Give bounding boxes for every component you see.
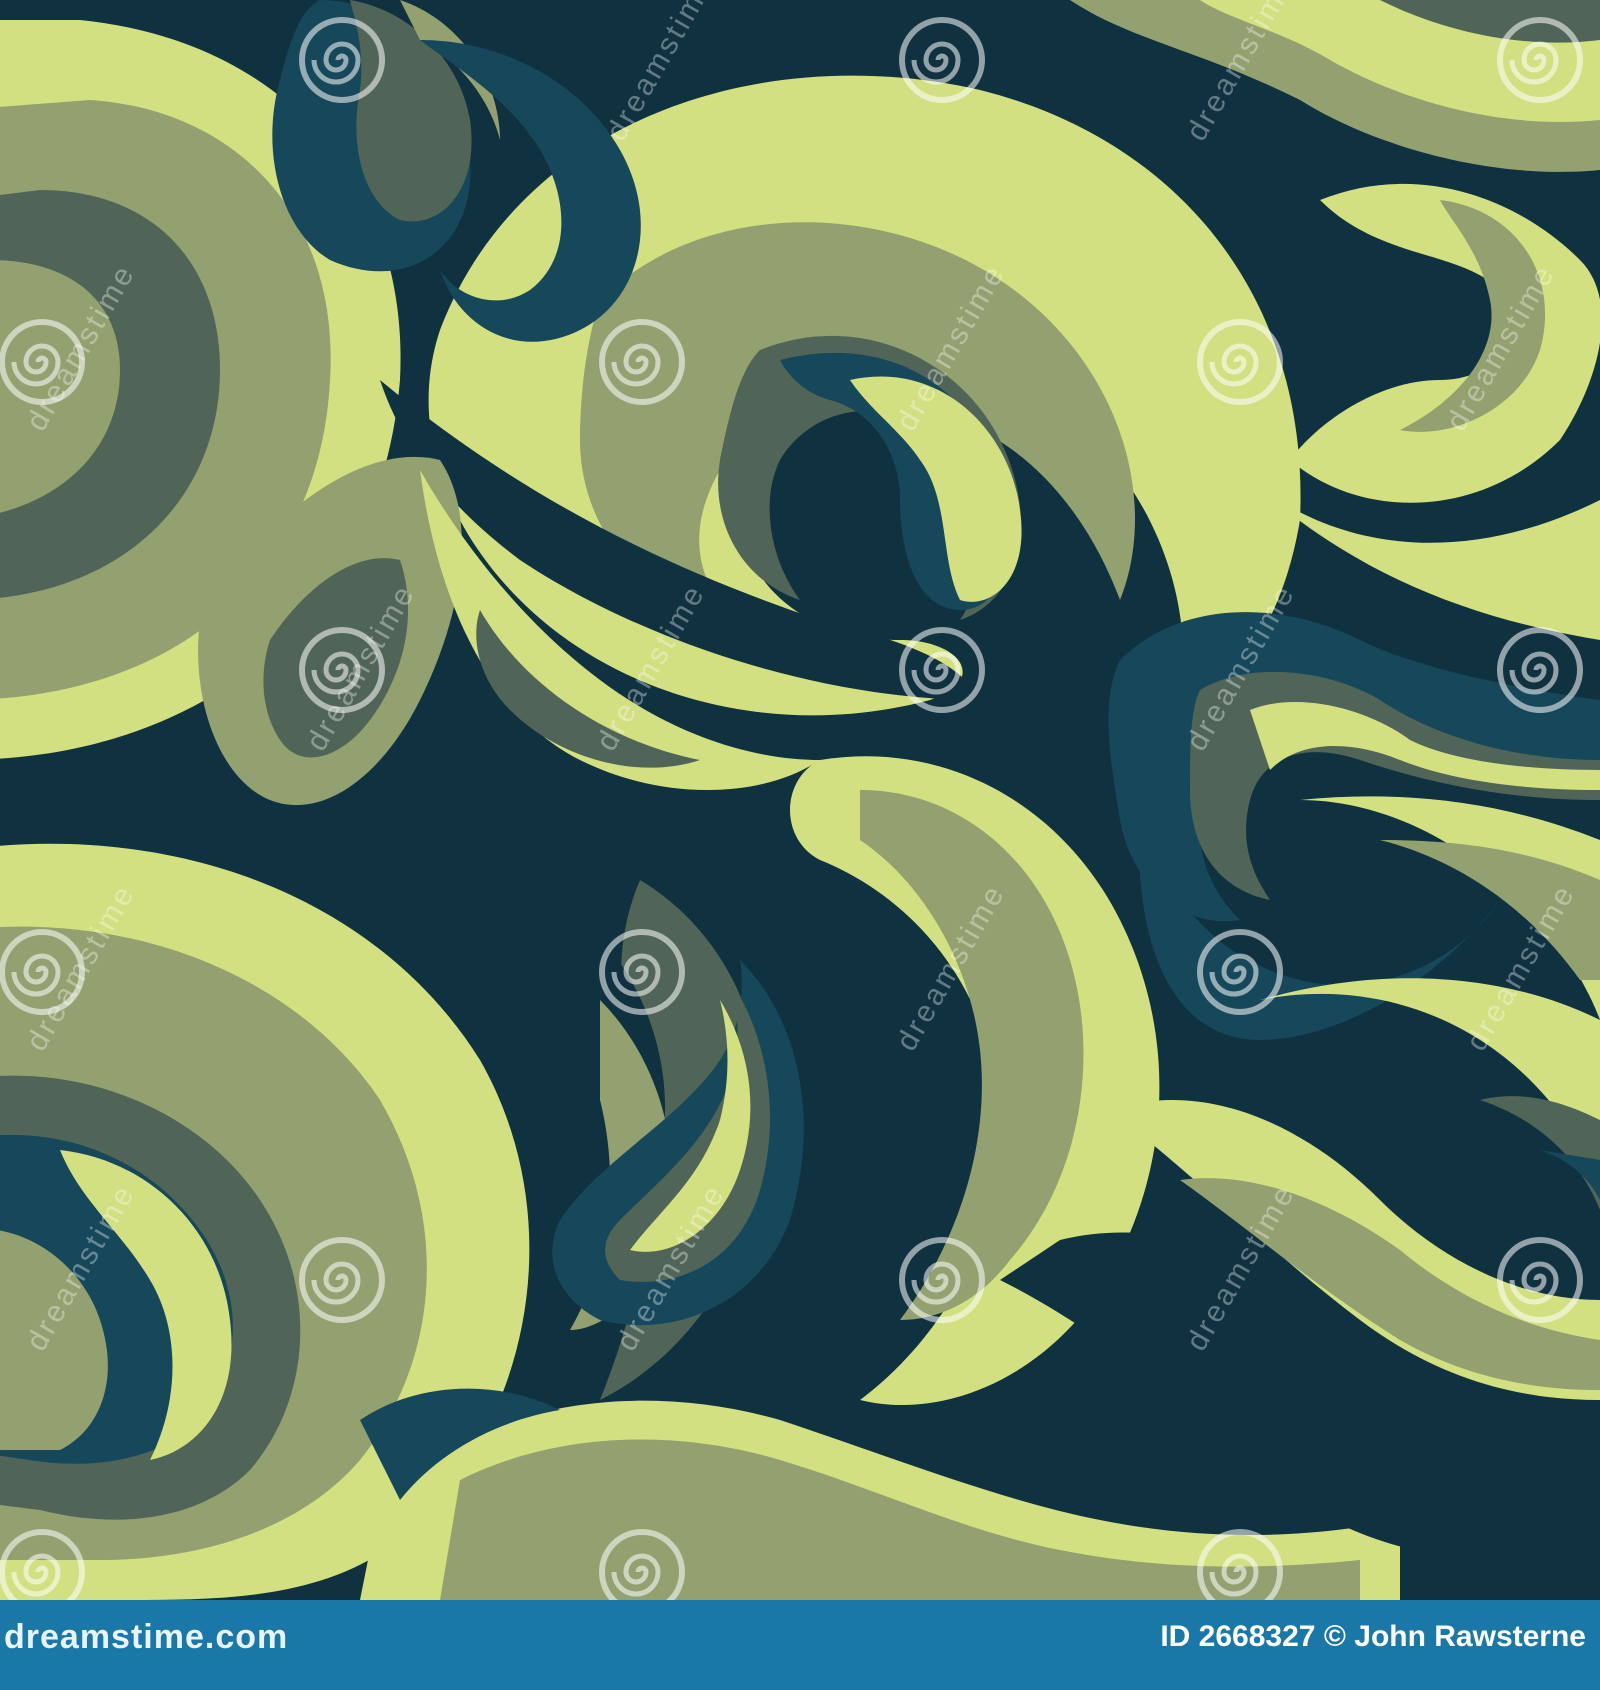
stock-image-stage: dreamstime dreamstime dreamstime dreamst… xyxy=(0,0,1600,1690)
author-name: John Rawsterne xyxy=(1354,1620,1586,1653)
copyright-symbol: © xyxy=(1323,1620,1346,1653)
dreamstime-logo: dreamstime.com xyxy=(4,1618,289,1656)
image-id: ID 2668327 xyxy=(1160,1620,1316,1653)
paisley-swirl-artwork xyxy=(0,0,1600,1600)
image-credit: ID 2668327 © John Rawsterne xyxy=(1160,1620,1586,1654)
footer-bar: dreamstime.com ID 2668327 © John Rawster… xyxy=(0,1600,1600,1690)
